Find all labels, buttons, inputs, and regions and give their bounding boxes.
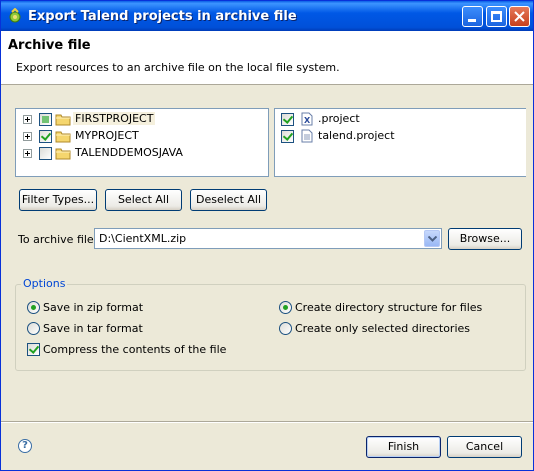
minimize-icon <box>468 19 476 22</box>
create-structure-radio[interactable] <box>279 301 292 314</box>
archive-file-value[interactable]: D:\CientXML.zip <box>99 232 186 245</box>
file-item-label: .project <box>318 112 360 125</box>
save-zip-radio[interactable] <box>27 301 40 314</box>
save-tar-label[interactable]: Save in tar format <box>43 322 143 335</box>
expand-icon[interactable] <box>23 132 32 141</box>
maximize-icon <box>491 11 502 22</box>
chevron-down-icon <box>428 236 437 242</box>
project-tree[interactable]: FIRSTPROJECT MYPROJECT TALENDDEMOSJAVA <box>15 108 269 177</box>
text-file-icon <box>301 129 313 143</box>
file-checkbox[interactable] <box>281 130 294 143</box>
folder-icon <box>55 114 71 126</box>
project-checkbox[interactable] <box>39 147 52 160</box>
cancel-button[interactable]: Cancel <box>447 436 522 458</box>
help-icon[interactable]: ? <box>18 439 32 453</box>
svg-text:X: X <box>304 116 311 125</box>
combo-dropdown-button[interactable] <box>424 230 440 247</box>
filter-types-button[interactable]: Filter Types... <box>19 189 97 211</box>
archive-file-combo[interactable]: D:\CientXML.zip <box>94 228 442 249</box>
create-structure-label[interactable]: Create directory structure for files <box>295 301 482 314</box>
save-zip-label[interactable]: Save in zip format <box>43 301 143 314</box>
page-title: Archive file <box>8 38 91 53</box>
deselect-all-button[interactable]: Deselect All <box>190 189 267 211</box>
export-dialog: Export Talend projects in archive file A… <box>0 0 534 471</box>
footer-separator <box>1 421 533 423</box>
tree-item-talenddemosjava[interactable]: TALENDDEMOSJAVA <box>22 145 262 161</box>
close-button[interactable] <box>509 6 530 27</box>
page-description: Export resources to an archive file on t… <box>16 61 340 74</box>
xml-file-icon: X <box>301 112 313 126</box>
archive-file-label: To archive file: <box>18 233 98 246</box>
tree-item-myproject[interactable]: MYPROJECT <box>22 128 262 144</box>
expand-icon[interactable] <box>23 149 32 158</box>
finish-button[interactable]: Finish <box>366 436 441 458</box>
folder-icon <box>55 131 71 143</box>
maximize-button[interactable] <box>486 6 507 27</box>
window-title: Export Talend projects in archive file <box>28 9 297 24</box>
file-item-label: talend.project <box>318 129 395 142</box>
compress-checkbox[interactable] <box>27 343 40 356</box>
create-selected-radio[interactable] <box>279 322 292 335</box>
tree-item-label: TALENDDEMOSJAVA <box>75 146 183 159</box>
close-icon <box>514 11 525 22</box>
select-all-button[interactable]: Select All <box>105 189 182 211</box>
tree-item-label: FIRSTPROJECT <box>73 112 156 125</box>
folder-icon <box>55 148 71 160</box>
tree-item-firstproject[interactable]: FIRSTPROJECT <box>22 111 262 127</box>
create-selected-label[interactable]: Create only selected directories <box>295 322 470 335</box>
file-list[interactable]: X .project talend.project <box>274 108 526 177</box>
tree-item-label: MYPROJECT <box>75 129 139 142</box>
file-item-project[interactable]: X .project <box>281 111 521 127</box>
project-checkbox[interactable] <box>39 130 52 143</box>
options-legend: Options <box>21 277 68 290</box>
talend-app-icon <box>9 8 21 23</box>
save-tar-radio[interactable] <box>27 322 40 335</box>
browse-button[interactable]: Browse... <box>448 228 522 250</box>
file-item-talend-project[interactable]: talend.project <box>281 128 521 144</box>
compress-label[interactable]: Compress the contents of the file <box>43 343 226 356</box>
project-checkbox[interactable] <box>39 113 52 126</box>
title-bar[interactable]: Export Talend projects in archive file <box>1 1 533 31</box>
file-checkbox[interactable] <box>281 113 294 126</box>
wizard-banner: Archive file Export resources to an arch… <box>1 31 533 85</box>
expand-icon[interactable] <box>23 115 32 124</box>
minimize-button[interactable] <box>462 6 483 27</box>
